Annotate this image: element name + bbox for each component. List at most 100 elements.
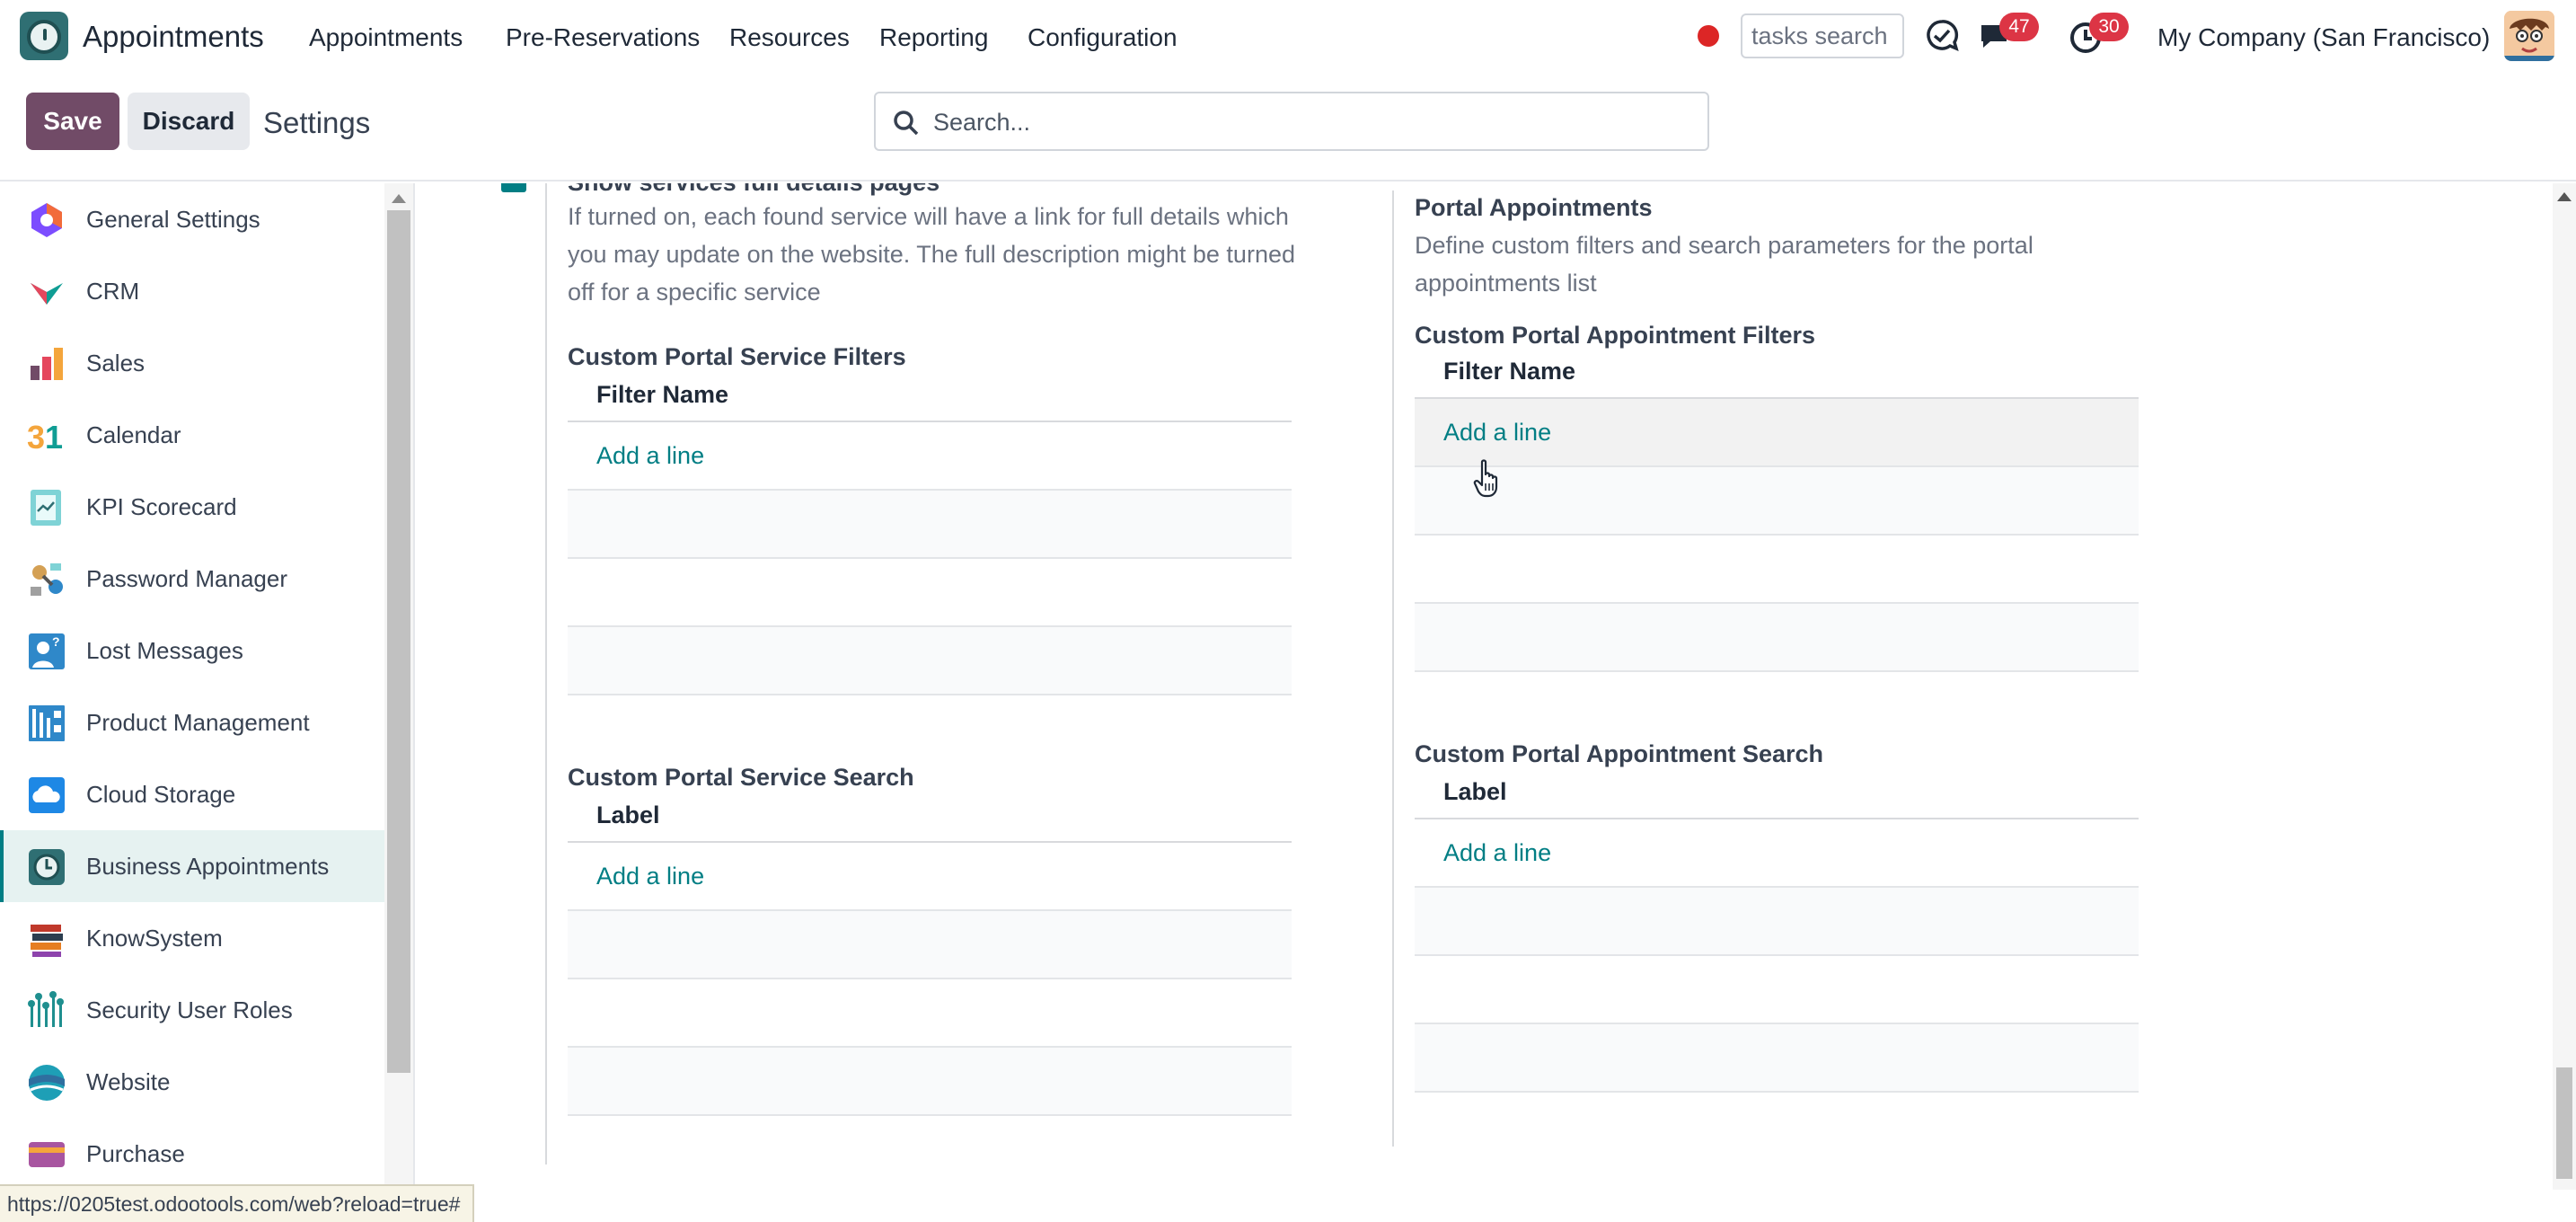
- recording-indicator-icon[interactable]: [1698, 25, 1719, 47]
- menu-resources[interactable]: Resources: [729, 23, 850, 52]
- sidebar-scrollbar[interactable]: [384, 183, 413, 1190]
- appointment-filters-header: Filter Name: [1415, 347, 2139, 399]
- sidebar-item-label: General Settings: [86, 206, 260, 233]
- sidebar-item-product-management[interactable]: Product Management: [0, 686, 384, 758]
- appointment-search-add-row[interactable]: Add a line: [1415, 819, 2139, 888]
- empty-row: [1415, 604, 2139, 672]
- add-a-line-link[interactable]: Add a line: [1443, 839, 1551, 867]
- settings-search-box[interactable]: [874, 92, 1709, 151]
- svg-text:1: 1: [45, 419, 63, 456]
- knowsystem-icon: [31, 925, 63, 957]
- service-filters-header: Filter Name: [568, 370, 1292, 422]
- empty-row: [568, 1048, 1292, 1116]
- sidebar-item-business-appointments[interactable]: Business Appointments: [0, 830, 384, 902]
- sidebar-item-label: KPI Scorecard: [86, 493, 237, 520]
- security-user-roles-icon: [28, 991, 64, 1027]
- empty-row: [1415, 536, 2139, 604]
- tasks-search-input[interactable]: [1741, 13, 1904, 58]
- left-column-divider: [545, 183, 547, 1164]
- empty-row: [568, 491, 1292, 559]
- password-manager-icon: [31, 563, 63, 596]
- add-a-line-link[interactable]: Add a line: [1443, 419, 1551, 447]
- page-title: Settings: [263, 106, 371, 139]
- save-button[interactable]: Save: [26, 93, 119, 150]
- sidebar-item-label: Password Manager: [86, 565, 287, 592]
- empty-row: [1415, 467, 2139, 536]
- sidebar-item-label: Product Management: [86, 709, 310, 736]
- user-avatar[interactable]: [2504, 11, 2554, 61]
- svg-text:?: ?: [52, 634, 60, 649]
- website-icon: [29, 1065, 65, 1101]
- menu-appointments[interactable]: Appointments: [309, 23, 463, 52]
- sidebar-item-calendar[interactable]: 31 Calendar: [0, 399, 384, 471]
- sidebar-item-label: KnowSystem: [86, 925, 223, 952]
- appointments-app-icon[interactable]: [20, 12, 68, 60]
- service-search-header: Label: [568, 791, 1292, 843]
- sidebar-item-label: Sales: [86, 350, 146, 376]
- add-a-line-link[interactable]: Add a line: [596, 442, 704, 470]
- show-services-details-title: Show services full details pages: [568, 183, 940, 197]
- service-filters-list: Filter Name Add a line: [568, 370, 1292, 695]
- link-preview-url: https://0205test.odootools.com/web?reloa…: [0, 1184, 475, 1222]
- discard-button[interactable]: Discard: [128, 93, 250, 150]
- menu-configuration[interactable]: Configuration: [1028, 23, 1178, 52]
- sidebar-item-label: Business Appointments: [86, 853, 330, 880]
- empty-row: [568, 559, 1292, 627]
- content-scrollbar[interactable]: [2553, 183, 2576, 1190]
- right-column-divider: [1392, 190, 1394, 1147]
- sidebar-item-website[interactable]: Website: [0, 1046, 384, 1118]
- control-panel: Save Discard Settings: [0, 74, 2576, 182]
- empty-row: [568, 979, 1292, 1048]
- company-switcher[interactable]: My Company (San Francisco): [2157, 23, 2490, 52]
- sidebar-item-knowsystem[interactable]: KnowSystem: [0, 902, 384, 974]
- service-filters-add-row[interactable]: Add a line: [568, 422, 1292, 491]
- activities-count-badge: 30: [2089, 13, 2129, 41]
- appointment-filters-title: Custom Portal Appointment Filters: [1415, 322, 1816, 349]
- appointment-filters-add-row[interactable]: Add a line: [1415, 399, 2139, 467]
- search-icon: [894, 111, 919, 136]
- appointment-search-header: Label: [1415, 767, 2139, 819]
- settings-search-input[interactable]: [933, 102, 1688, 142]
- column-label[interactable]: Label: [596, 801, 660, 829]
- empty-row: [1415, 956, 2139, 1024]
- top-navbar: Appointments Appointments Pre-Reservatio…: [0, 0, 2576, 74]
- svg-text:3: 3: [27, 419, 45, 456]
- show-services-details-checkbox[interactable]: [501, 183, 526, 192]
- sidebar-item-label: Cloud Storage: [86, 781, 236, 808]
- sidebar-item-lost-messages[interactable]: ? Lost Messages: [0, 615, 384, 686]
- sidebar-item-security-user-roles[interactable]: Security User Roles: [0, 974, 384, 1046]
- menu-reporting[interactable]: Reporting: [879, 23, 988, 52]
- sidebar-item-cloud-storage[interactable]: Cloud Storage: [0, 758, 384, 830]
- column-filter-name[interactable]: Filter Name: [596, 381, 728, 409]
- lost-messages-icon: ?: [29, 633, 65, 669]
- app-name[interactable]: Appointments: [83, 20, 264, 54]
- portal-appointments-title: Portal Appointments: [1415, 194, 1653, 221]
- portal-appointments-description: Define custom filters and search paramet…: [1415, 232, 2033, 297]
- column-filter-name[interactable]: Filter Name: [1443, 358, 1575, 385]
- cloud-storage-icon: [29, 777, 65, 813]
- product-management-icon: [29, 705, 65, 741]
- sidebar-item-label: Website: [86, 1068, 171, 1095]
- sidebar-item-label: Purchase: [86, 1140, 185, 1167]
- sidebar-item-purchase[interactable]: Purchase: [0, 1118, 384, 1190]
- service-filters-title: Custom Portal Service Filters: [568, 343, 906, 370]
- sidebar-item-crm[interactable]: CRM: [0, 255, 384, 327]
- kpi-scorecard-icon: [31, 490, 61, 526]
- sidebar-item-label: Calendar: [86, 421, 181, 448]
- sidebar-item-kpi-scorecard[interactable]: KPI Scorecard: [0, 471, 384, 543]
- menu-pre-reservations[interactable]: Pre-Reservations: [506, 23, 700, 52]
- sidebar-item-general-settings[interactable]: General Settings: [0, 183, 384, 255]
- sidebar-item-label: Security User Roles: [86, 996, 293, 1023]
- column-label[interactable]: Label: [1443, 778, 1507, 806]
- sidebar-item-password-manager[interactable]: Password Manager: [0, 543, 384, 615]
- service-search-add-row[interactable]: Add a line: [568, 843, 1292, 911]
- show-services-details-description: If turned on, each found service will ha…: [568, 203, 1295, 306]
- add-a-line-link[interactable]: Add a line: [596, 863, 704, 890]
- empty-row: [1415, 1024, 2139, 1093]
- settings-content: Show services full details pages If turn…: [415, 183, 2553, 1190]
- purchase-icon: [29, 1142, 65, 1167]
- settings-sidebar: General Settings CRM Sales 31 Calendar K…: [0, 183, 384, 1222]
- sidebar-item-sales[interactable]: Sales: [0, 327, 384, 399]
- service-search-list: Label Add a line: [568, 791, 1292, 1116]
- discuss-bubble-icon[interactable]: [1922, 16, 1962, 56]
